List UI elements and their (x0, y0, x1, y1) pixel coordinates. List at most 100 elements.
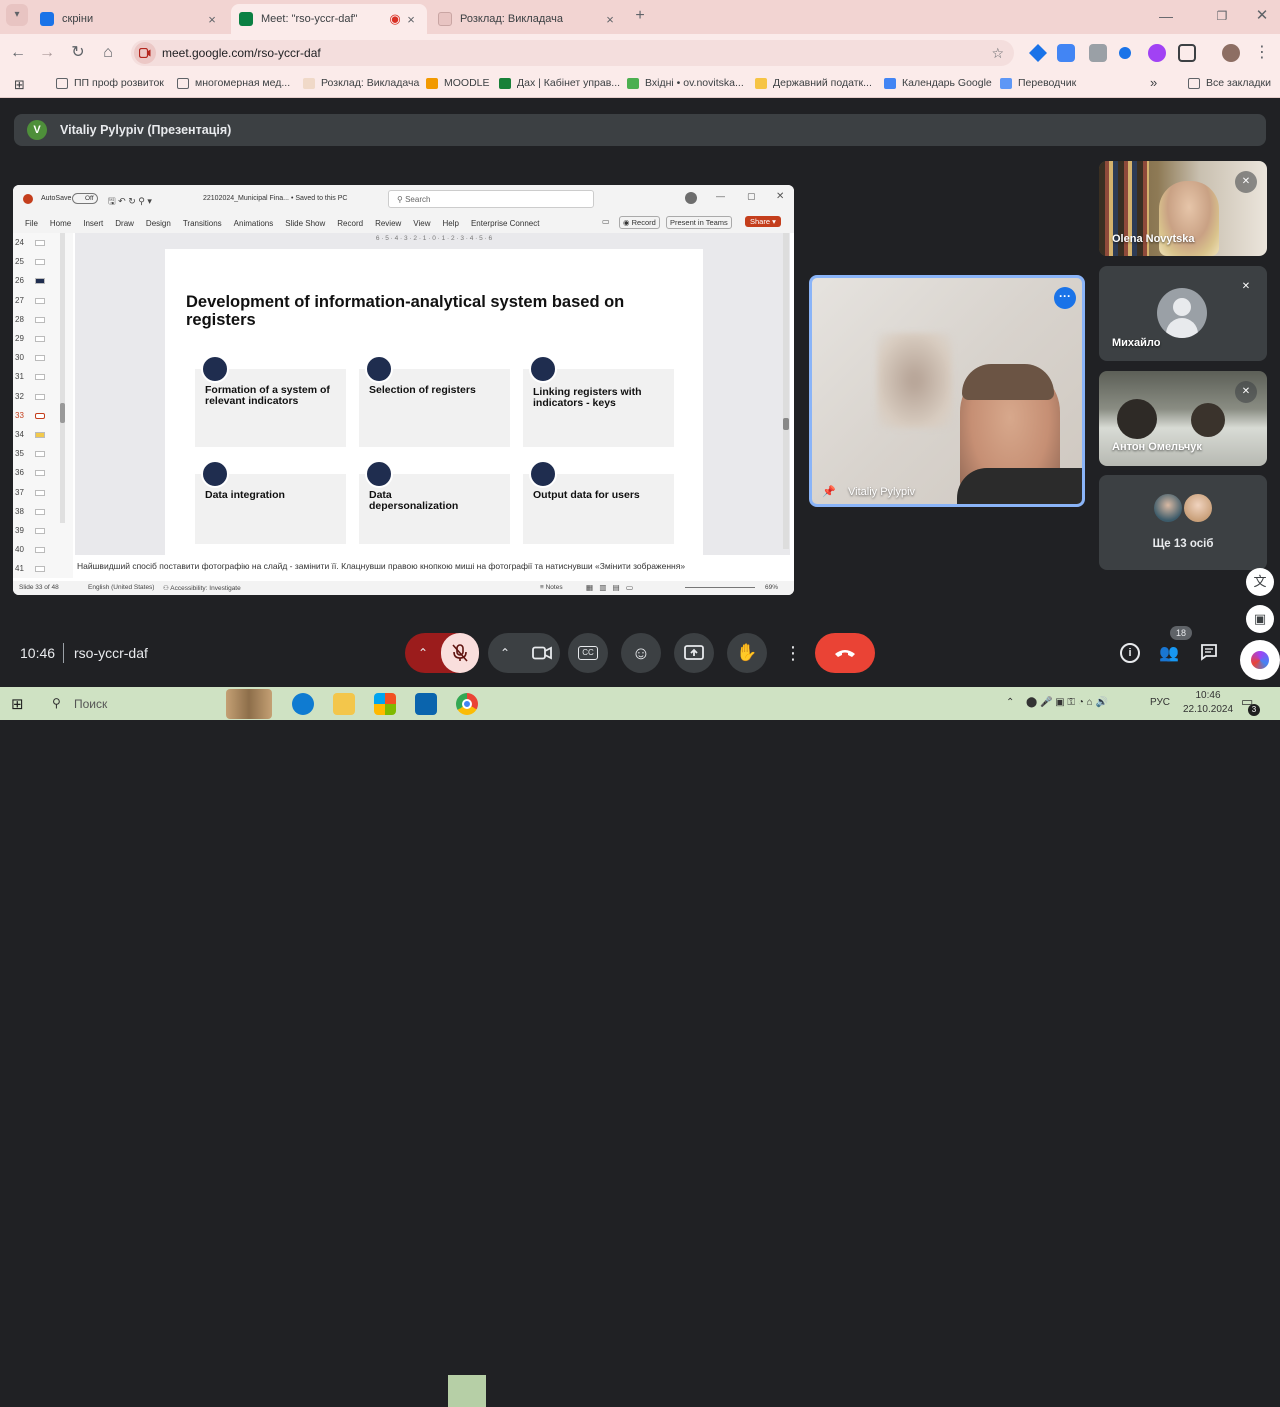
more-bookmarks-icon[interactable]: » (1150, 75, 1157, 90)
tray-overflow-icon[interactable]: ⌃ (1006, 697, 1014, 708)
slide-scrollbar[interactable] (783, 233, 789, 549)
participant-tile[interactable]: ✕ Антон Омельчук (1099, 371, 1267, 466)
close-icon[interactable]: × (403, 12, 419, 27)
address-bar[interactable]: meet.google.com/rso-yccr-daf ☆ (131, 40, 1014, 66)
bookmark-link[interactable]: Розклад: Викладача (303, 77, 419, 89)
record-button[interactable]: ◉ Record (619, 216, 660, 229)
reload-icon[interactable]: ↻ (66, 41, 90, 65)
taskbar-clock-date[interactable]: 22.10.2024 (1180, 704, 1236, 715)
accessibility-status[interactable]: ⚇ Accessibility: Investigate (163, 584, 241, 592)
people-icon[interactable]: 👥 (1159, 643, 1181, 663)
share-button[interactable]: Share ▾ (745, 216, 781, 227)
menu-kebab-icon[interactable]: ⋮ (1250, 41, 1274, 65)
raise-hand-button[interactable]: ✋ (727, 633, 767, 673)
slide-thumbnail[interactable]: 41 (13, 563, 73, 575)
ppt-search-input[interactable]: ⚲ Search (388, 190, 594, 208)
pin-icon[interactable]: 📌 (822, 485, 836, 498)
user-avatar[interactable] (685, 192, 697, 204)
keyboard-language[interactable]: РУС (1150, 697, 1170, 708)
translate-icon[interactable]: 文 (1246, 568, 1274, 596)
thumbnail-scrollbar[interactable] (60, 233, 65, 523)
current-slide[interactable]: Development of information-analytical sy… (165, 249, 703, 555)
extension-icon[interactable] (1089, 44, 1107, 62)
ribbon-tab[interactable]: Enterprise Connect (471, 219, 539, 228)
extension-icon[interactable] (1119, 47, 1131, 59)
maximize-icon[interactable]: ▢ (747, 191, 756, 202)
zoom-slider[interactable] (685, 587, 755, 588)
more-options-button[interactable]: ⋮ (780, 633, 806, 673)
scrollbar-thumb[interactable] (60, 403, 65, 423)
leave-call-button[interactable] (815, 633, 875, 673)
ribbon-tab[interactable]: Help (443, 219, 459, 228)
tab-schedule[interactable]: Розклад: Викладача × (430, 4, 626, 34)
ribbon-tab[interactable]: Home (50, 219, 71, 228)
bookmark-link[interactable]: Державний податк... (755, 77, 872, 89)
minimize-icon[interactable]: — (1154, 4, 1178, 28)
reader-icon[interactable]: ▣ (1246, 605, 1274, 633)
chevron-up-icon[interactable]: ⌃ (488, 646, 522, 660)
bookmark-link[interactable]: Календарь Google (884, 77, 992, 89)
close-window-icon[interactable]: ✕ (1250, 4, 1274, 28)
taskbar-clock-time[interactable]: 10:46 (1190, 690, 1226, 701)
bookmark-link[interactable]: Вхідні • ov.novitska... (627, 77, 744, 89)
forward-icon[interactable]: → (35, 41, 59, 65)
microphone-control[interactable]: ⌃ (405, 633, 479, 673)
participant-tile[interactable]: ✕ Михайло (1099, 266, 1267, 361)
close-icon[interactable]: × (204, 12, 220, 27)
profile-avatar[interactable] (1222, 44, 1240, 62)
bookmark-folder[interactable]: многомерная мед... (177, 77, 290, 89)
more-options-icon[interactable]: ··· (1054, 287, 1076, 309)
search-highlight-icon[interactable] (226, 689, 272, 719)
tray-icons[interactable]: ⬤ 🎤 ▣ ⚿ ◔ ⌂ 🔊 (1026, 697, 1108, 708)
ribbon-tab[interactable]: Slide Show (285, 219, 325, 228)
maximize-icon[interactable]: ❐ (1210, 4, 1234, 28)
mic-off-button[interactable] (441, 633, 479, 673)
info-icon[interactable]: i (1120, 643, 1140, 663)
notes-toggle[interactable]: ≡ Notes (540, 584, 563, 591)
speaker-notes[interactable]: Найшвидший спосіб поставити фотографію н… (75, 561, 790, 581)
assistant-icon[interactable] (1240, 640, 1280, 680)
home-icon[interactable]: ⌂ (96, 41, 120, 65)
site-settings-icon[interactable] (134, 42, 156, 64)
camera-button[interactable] (524, 633, 560, 673)
chat-icon[interactable] (1200, 643, 1220, 663)
tab-search-icon[interactable]: ▾ (6, 4, 28, 26)
bookmark-star-icon[interactable]: ☆ (991, 45, 1004, 62)
captions-button[interactable]: CC (568, 633, 608, 673)
file-explorer-icon[interactable] (333, 693, 355, 715)
scrollbar-thumb[interactable] (783, 418, 789, 430)
slide-thumbnail[interactable]: 40 (13, 544, 73, 556)
all-bookmarks-folder[interactable]: Все закладки (1188, 77, 1271, 89)
more-participants-tile[interactable]: Ще 13 осіб (1099, 475, 1267, 570)
ribbon-tab[interactable]: Transitions (183, 219, 222, 228)
ribbon-tab[interactable]: Design (146, 219, 171, 228)
present-screen-button[interactable] (674, 633, 714, 673)
edge-icon[interactable] (292, 693, 314, 715)
windows-start-icon[interactable]: ⊞ (11, 695, 24, 713)
mail-icon[interactable] (415, 693, 437, 715)
bookmark-link[interactable]: Переводчик (1000, 77, 1076, 89)
apps-grid-icon[interactable]: ⊞ (14, 77, 25, 93)
view-icons[interactable]: ▦ ▥ ▤ ▭ (586, 583, 633, 592)
ribbon-tab[interactable]: Record (337, 219, 363, 228)
store-icon[interactable] (374, 693, 396, 715)
minimize-icon[interactable]: — (716, 191, 725, 201)
extension-icon[interactable] (1148, 44, 1166, 62)
tab-meet[interactable]: Meet: "rso-yccr-daf" ◉ × (231, 4, 427, 34)
ribbon-tab[interactable]: View (413, 219, 430, 228)
translate-extension-icon[interactable] (1057, 44, 1075, 62)
chrome-icon[interactable] (456, 693, 478, 715)
ribbon-tab[interactable]: Insert (83, 219, 103, 228)
extensions-puzzle-icon[interactable] (1178, 44, 1196, 62)
pinned-speaker-tile[interactable]: ··· 📌 Vitaliy Pylypiv (809, 275, 1085, 507)
chevron-up-icon[interactable]: ⌃ (405, 646, 441, 660)
ribbon-tab[interactable]: Animations (234, 219, 274, 228)
bookmark-link[interactable]: MOODLE (426, 77, 490, 89)
participant-tile[interactable]: ✕ Olena Novytska (1099, 161, 1267, 256)
present-in-teams-button[interactable]: Present in Teams (666, 216, 732, 229)
ribbon-tab[interactable]: Review (375, 219, 401, 228)
comment-icon[interactable]: ▭ (602, 217, 610, 226)
tab-screenshots[interactable]: скріни × (32, 4, 228, 34)
ribbon-tab[interactable]: File (25, 219, 38, 228)
ribbon-tab[interactable]: Draw (115, 219, 134, 228)
